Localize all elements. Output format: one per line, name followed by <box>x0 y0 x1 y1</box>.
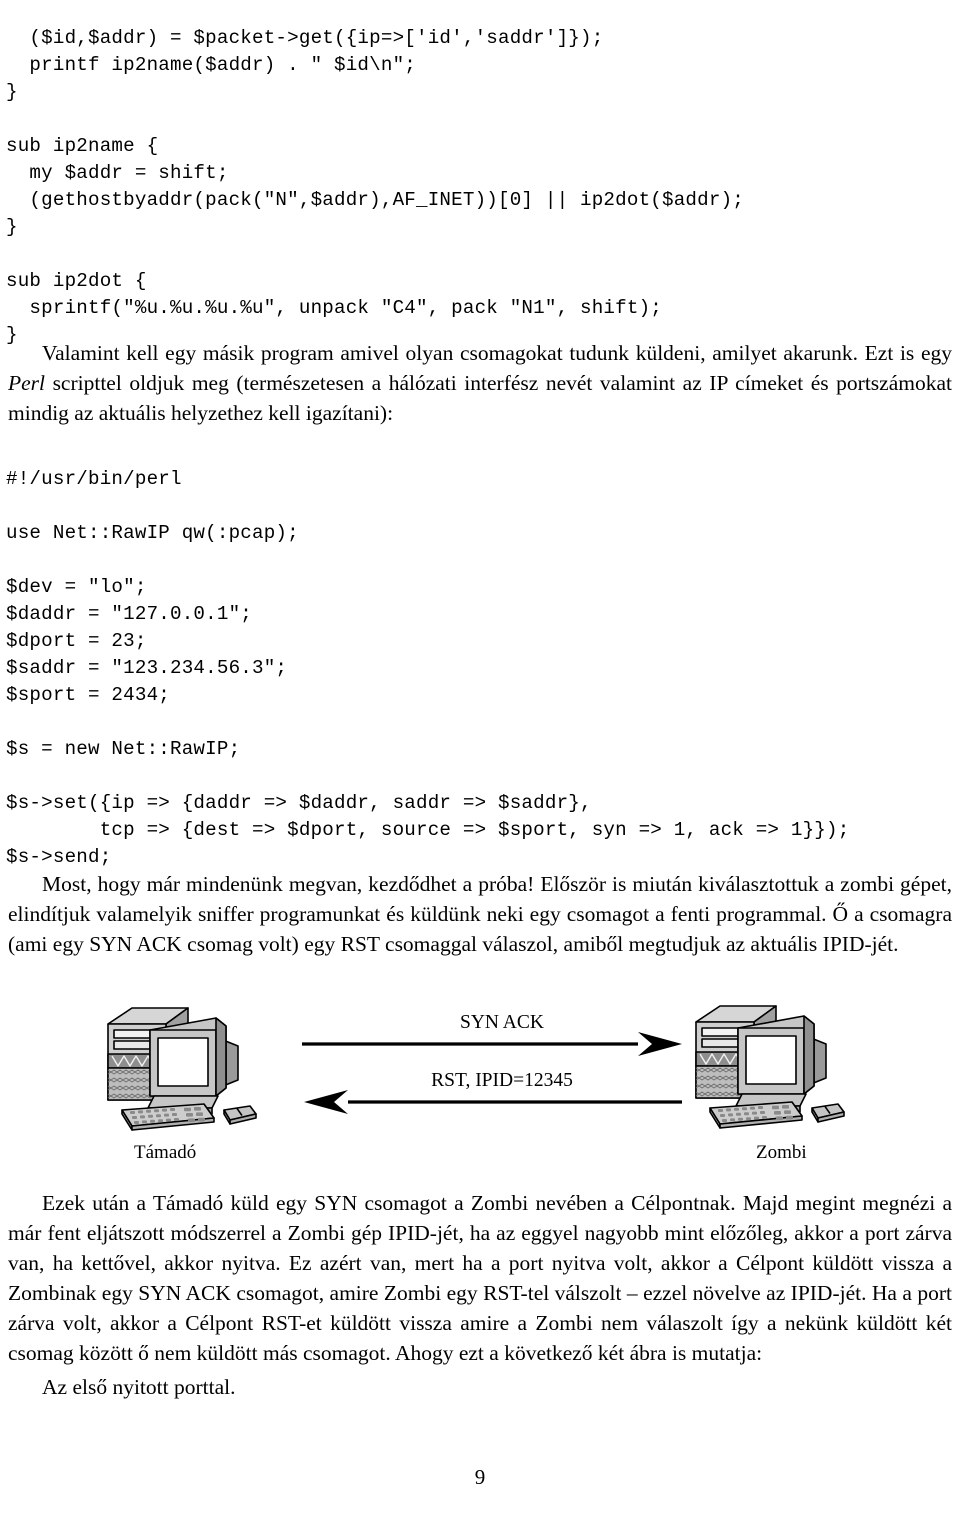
page-number: 9 <box>474 1465 486 1489</box>
arrow-top-label: SYN ACK <box>460 1012 544 1033</box>
paragraph-valamint-kell: Valamint kell egy másik program amivel o… <box>8 338 952 428</box>
zombie-label: Zombi <box>756 1142 807 1163</box>
zombie-computer-icon <box>695 1005 845 1129</box>
arrow-rst-ipid <box>304 1090 682 1114</box>
attacker-label: Támadó <box>134 1142 197 1163</box>
paragraph-ezek-utan: Ezek után a Támadó küld egy SYN csomagot… <box>8 1191 952 1365</box>
paragraph-1-part-b: scripttel oldjuk meg (természetesen a há… <box>8 371 952 425</box>
paragraph-most-hogy-mar: Most, hogy már mindenünk megvan, kezdődh… <box>8 872 952 956</box>
code-block-perl-rawip-sender: #!/usr/bin/perl use Net::RawIP qw(:pcap)… <box>6 468 850 869</box>
arrow-syn-ack <box>302 1032 682 1056</box>
figure-attacker-zombie-exchange: Támadó Zombi SYN ACK RST, IPID=12345 <box>0 990 960 1180</box>
document-page: ($id,$addr) = $packet->get({ip=>['id','s… <box>0 0 960 1514</box>
attacker-computer-icon <box>107 1007 257 1131</box>
paragraph-1-part-a: Valamint kell egy másik program amivel o… <box>42 341 952 365</box>
paragraph-az-elso-nyitott-porttal: Az első nyitott porttal. <box>42 1375 236 1399</box>
code-block-perl-sniffer-helpers: ($id,$addr) = $packet->get({ip=>['id','s… <box>6 27 745 347</box>
paragraph-1-italic-perl: Perl <box>8 371 46 395</box>
arrow-bottom-label: RST, IPID=12345 <box>431 1070 573 1091</box>
